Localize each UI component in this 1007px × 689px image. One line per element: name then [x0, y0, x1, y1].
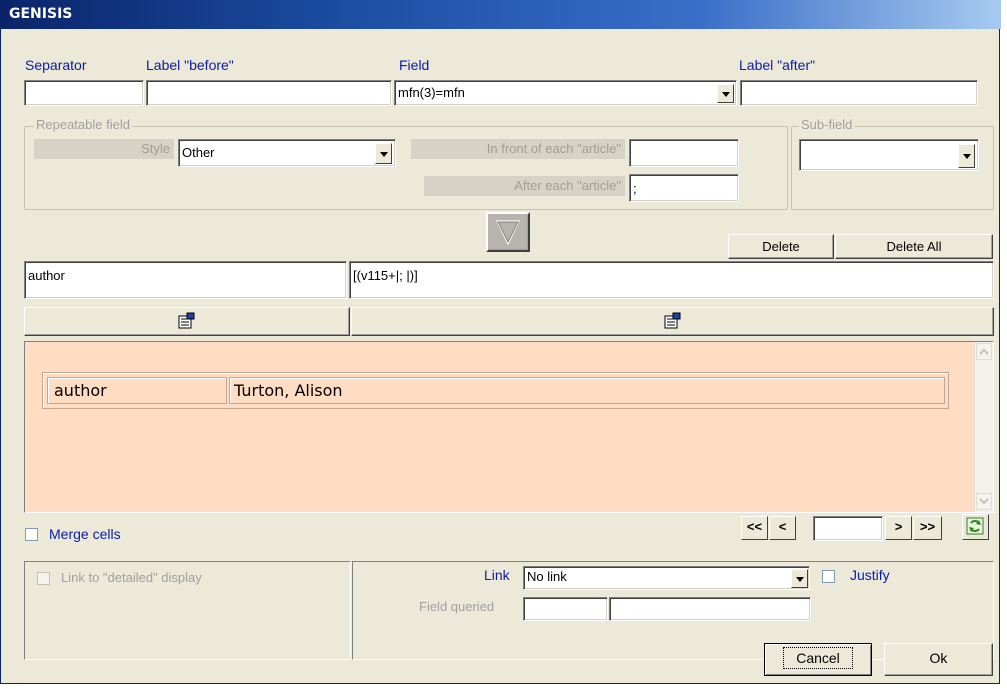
field-label: Field: [399, 57, 430, 73]
preview-panel: author Turton, Alison: [24, 341, 994, 513]
merge-cells-checkbox[interactable]: [25, 528, 38, 541]
delete-all-button[interactable]: Delete All: [835, 234, 993, 259]
link-select[interactable]: No link: [523, 566, 810, 590]
preview-cell-value: Turton, Alison: [229, 377, 945, 404]
preview-cell-label: author: [47, 377, 227, 404]
preview-row: author Turton, Alison: [42, 372, 949, 409]
page-number-input[interactable]: [813, 516, 883, 541]
label-after-label: Label "after": [739, 57, 816, 73]
subfield-legend: Sub-field: [799, 117, 855, 132]
subfield-select[interactable]: [799, 139, 979, 171]
preview-scrollbar[interactable]: [974, 342, 993, 512]
expression-properties-button[interactable]: [351, 307, 994, 336]
label-before-label: Label "before": [146, 57, 234, 73]
link-detailed-panel: Link to "detailed" display: [24, 561, 351, 660]
properties-icon: [664, 312, 680, 329]
field-select[interactable]: mfn(3)=mfn: [394, 80, 737, 106]
field-select-value: mfn(3)=mfn: [398, 85, 465, 100]
after-article-label: After each "article": [424, 176, 625, 196]
refresh-icon: [966, 517, 984, 535]
repeatable-field-legend: Repeatable field: [34, 117, 132, 132]
style-label: Style: [34, 139, 174, 159]
link-dropdown-button[interactable]: [791, 569, 808, 588]
link-detailed-label: Link to "detailed" display: [61, 570, 202, 585]
window-title: GENISIS: [9, 6, 73, 22]
cancel-button-label: Cancel: [783, 647, 853, 669]
chevron-up-icon: [979, 348, 989, 355]
title-bar: GENISIS: [1, 0, 1001, 29]
genisis-dialog: GENISIS Separator Label "before" Field L…: [0, 0, 1001, 684]
justify-label: Justify: [850, 567, 890, 583]
definition-expression-input[interactable]: [(v115+|; |)]: [349, 261, 994, 299]
justify-checkbox[interactable]: [822, 570, 835, 583]
chevron-down-icon: [979, 498, 989, 505]
style-select-value: Other: [182, 145, 215, 160]
first-page-button[interactable]: <<: [741, 516, 768, 540]
prev-page-button[interactable]: <: [769, 516, 796, 540]
properties-icon: [178, 312, 195, 329]
definition-name-input[interactable]: author: [24, 261, 347, 299]
field-queried-input-1[interactable]: [523, 597, 608, 621]
label-before-input[interactable]: [146, 80, 392, 106]
style-dropdown-button[interactable]: [375, 143, 392, 164]
label-after-input[interactable]: [740, 80, 978, 106]
link-detailed-checkbox[interactable]: [37, 572, 50, 585]
field-dropdown-button[interactable]: [717, 84, 734, 103]
scroll-up-button[interactable]: [976, 343, 992, 360]
add-to-list-button[interactable]: [486, 212, 530, 252]
field-queried-label: Field queried: [419, 599, 495, 614]
link-label: Link: [484, 567, 510, 583]
separator-label: Separator: [25, 57, 87, 73]
subfield-dropdown-button[interactable]: [958, 144, 975, 168]
next-page-button[interactable]: >: [885, 516, 912, 540]
after-article-input[interactable]: ;: [629, 174, 739, 202]
front-article-label: In front of each "article": [411, 139, 625, 159]
scroll-down-button[interactable]: [976, 493, 992, 510]
separator-input[interactable]: [24, 80, 144, 106]
cancel-button[interactable]: Cancel: [764, 643, 872, 676]
merge-cells-label: Merge cells: [49, 526, 121, 542]
refresh-button[interactable]: [962, 514, 989, 540]
field-queried-input-2[interactable]: [609, 597, 811, 621]
ok-button[interactable]: Ok: [884, 643, 993, 676]
last-page-button[interactable]: >>: [913, 516, 942, 540]
triangle-down-icon: [496, 220, 520, 246]
name-properties-button[interactable]: [24, 307, 350, 336]
front-article-input[interactable]: [629, 139, 739, 167]
style-select[interactable]: Other: [178, 139, 396, 167]
delete-button[interactable]: Delete: [728, 234, 834, 259]
link-select-value: No link: [527, 569, 567, 584]
